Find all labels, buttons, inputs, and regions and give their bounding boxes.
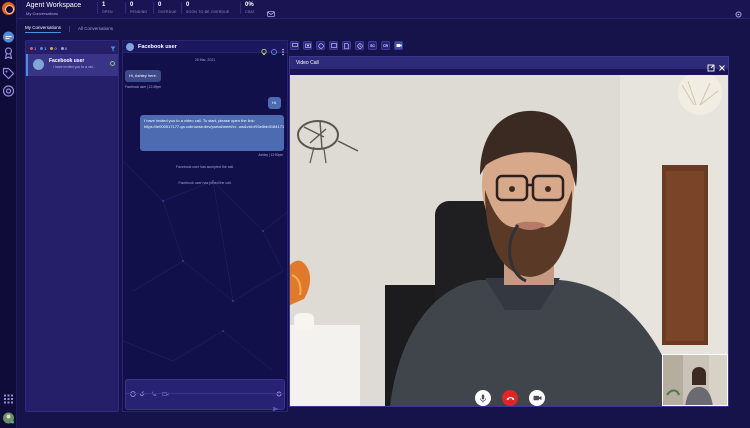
document-button[interactable] [342,41,351,50]
screen-share-button[interactable] [290,41,299,50]
status-icon[interactable] [270,43,278,55]
filter-chip-urgent[interactable]: 1 [30,46,36,51]
conversation-avatar [33,59,44,70]
toolbar-sc-button[interactable]: SC [368,41,377,50]
conversation-list: 1 1 0 0 Facebook user I have invited you… [25,40,119,412]
conversation-status-icon [110,61,115,66]
date-separator: 26 Mar, 2021 [194,58,216,62]
chat-panel: Facebook user 26 Mar, 2021 Hi, Ashley he… [122,40,288,412]
video-call-button[interactable] [394,41,403,50]
top-bar: Agent Workspace My Conversations 1 OPEN 0… [17,0,750,19]
toolbar-cr-button[interactable]: CR [381,41,390,50]
settings-gear-icon[interactable] [735,5,742,23]
system-message: Facebook user has joined the call. [178,181,232,185]
phone-icon[interactable] [151,384,157,396]
message-outgoing-link: I have invited you to a video call. To s… [140,115,284,151]
nav-apps-grid-icon[interactable] [2,392,15,404]
more-menu-icon[interactable] [280,43,287,56]
message-incoming: Hi, Ashley here. [125,70,162,82]
left-nav-bar [0,0,17,428]
tab-my-conversations[interactable]: My Conversations [25,25,62,33]
microphone-button[interactable] [475,390,491,406]
cobrowse-toolbar: SC CR [290,40,410,52]
app-subtitle: My Conversations [26,11,59,16]
browse-button[interactable] [316,41,325,50]
chat-header: Facebook user [123,41,287,56]
urgent-dot-icon [30,46,33,50]
whiteboard-button[interactable] [329,41,338,50]
camera-button[interactable] [303,41,312,50]
filter-chip-other[interactable]: 0 [60,46,67,51]
conversation-preview: I have invited you to a vid... [53,65,96,69]
camera-toggle-button[interactable] [529,390,545,406]
nav-help-icon[interactable] [2,84,15,97]
app-logo [2,2,15,15]
other-dot-icon [60,46,64,50]
chat-title: Facebook user [138,44,177,50]
video-icon[interactable] [162,384,169,396]
emoji-icon[interactable] [130,384,136,397]
attachment-icon[interactable] [140,384,146,397]
video-call-title: Video Call [296,60,319,66]
nav-conversations-icon[interactable] [2,30,15,43]
send-icon[interactable] [272,399,279,411]
tab-all-conversations[interactable]: All Conversations [78,26,113,33]
history-button[interactable] [355,41,364,50]
popout-icon[interactable] [707,59,715,72]
chat-avatar [126,43,134,51]
message-outgoing: Hi. [268,97,281,109]
user-avatar[interactable] [2,411,15,424]
stat-soon-overdue: 0 SOON TO BE OVERDUE [181,2,236,14]
message-composer[interactable] [125,379,285,411]
chat-background-network [123,160,287,372]
bulb-icon[interactable] [260,43,268,55]
user-dot-icon [50,46,54,50]
system-message: Facebook user has accepted the call. [176,165,234,169]
video-call-titlebar: Video Call [290,57,728,72]
nav-tags-icon[interactable] [2,66,15,80]
filter-chip-users[interactable]: 0 [50,46,57,51]
conversation-name: Facebook user [49,58,85,64]
messages-icon[interactable] [267,5,275,23]
conversation-list-item[interactable]: Facebook user I have invited you to a vi… [26,54,118,76]
nav-awards-icon[interactable] [2,46,15,60]
video-call-window: Video Call [289,56,729,407]
settings-icon[interactable] [276,384,282,397]
conversation-filters: 1 1 0 0 [30,44,116,52]
message-dot-icon [40,46,44,50]
message-meta: Ashley | 12:50pm [258,153,283,157]
conversation-tabs: My Conversations All Conversations [17,19,121,39]
message-meta: Facebook user | 12:49pm [125,85,162,89]
close-icon[interactable] [718,59,726,71]
app-title: Agent Workspace [26,2,82,9]
filter-chip-messages[interactable]: 1 [40,46,46,51]
tab-divider [69,26,71,32]
self-video-preview[interactable] [662,354,728,406]
composer-divider [126,393,284,394]
end-call-button[interactable] [502,390,518,406]
